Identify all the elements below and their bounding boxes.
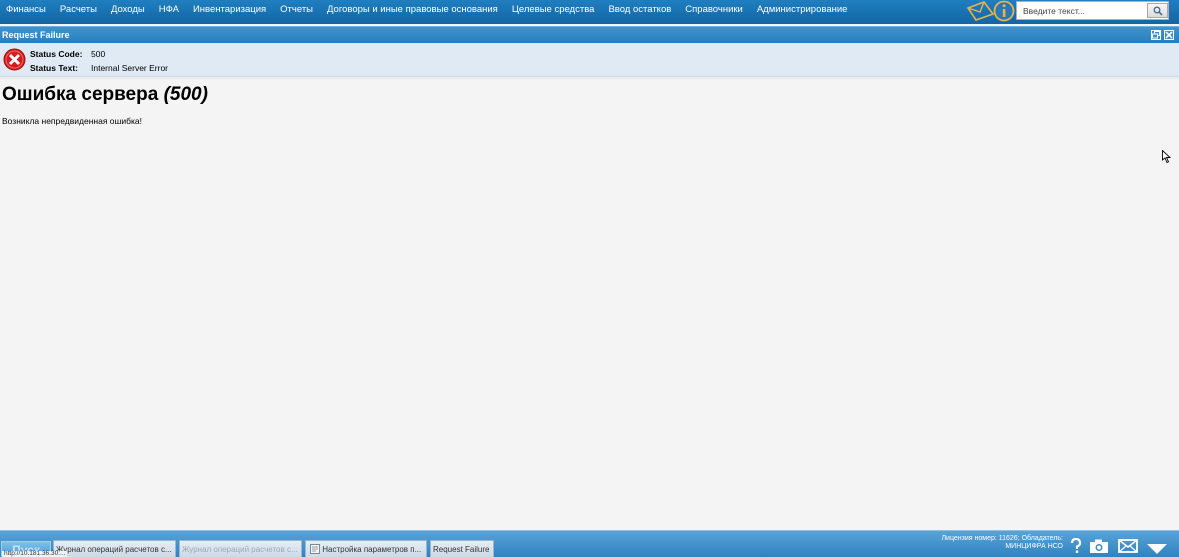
taskbar: Пуск Журнал операций расчетов с... Журна… xyxy=(0,530,1179,557)
restore-icon xyxy=(1152,31,1160,39)
main-menu-bar: Финансы Расчеты Доходы НФА Инвентаризаци… xyxy=(0,0,1179,24)
search-icon xyxy=(1153,6,1163,16)
envelope-icon[interactable] xyxy=(1118,538,1138,554)
document-icon xyxy=(310,544,320,554)
main-menu: Финансы Расчеты Доходы НФА Инвентаризаци… xyxy=(0,0,854,24)
menu-item-income[interactable]: Доходы xyxy=(104,0,152,24)
menu-item-settlements[interactable]: Расчеты xyxy=(53,0,104,24)
license-line-2: МИНЦИФРА НСО xyxy=(1005,543,1063,550)
task-button-settings[interactable]: Настройка параметров п... xyxy=(305,540,427,557)
error-icon xyxy=(3,48,26,71)
status-text-value: Internal Server Error xyxy=(91,63,168,73)
window-title: Request Failure xyxy=(2,30,70,40)
menu-item-inventory[interactable]: Инвентаризация xyxy=(186,0,273,24)
search-input[interactable] xyxy=(1017,2,1145,19)
menu-item-contracts[interactable]: Договоры и иные правовые основания xyxy=(320,0,505,24)
status-code-row: Status Code: 500 xyxy=(30,49,105,59)
menu-item-target-funds[interactable]: Целевые средства xyxy=(505,0,602,24)
help-icon[interactable] xyxy=(1070,538,1082,554)
menu-item-nfa[interactable]: НФА xyxy=(152,0,186,24)
license-line-1: Лицензия номер: 11626; Обладатель: xyxy=(941,535,1063,542)
arrow-down-icon[interactable] xyxy=(1146,541,1168,557)
status-code-value: 500 xyxy=(91,49,106,59)
task-button-settings-label: Настройка параметров п... xyxy=(322,545,422,554)
task-button-journal-2[interactable]: Журнал операций расчетов с... xyxy=(179,540,302,557)
camera-icon[interactable] xyxy=(1089,538,1109,554)
error-code: (500) xyxy=(163,84,208,105)
menu-item-directories[interactable]: Справочники xyxy=(678,0,750,24)
close-button[interactable] xyxy=(1164,30,1174,40)
error-content: Ошибка сервера (500) Возникла непредвиде… xyxy=(0,78,1179,528)
license-info: Лицензия номер: 11626; Обладатель: МИНЦИ… xyxy=(941,535,1063,551)
status-area: Status Code: 500 Status Text: Internal S… xyxy=(0,43,1179,77)
status-url: http://10.181.36.30:... xyxy=(2,550,68,557)
status-text-row: Status Text: Internal Server Error xyxy=(30,63,168,73)
error-title: Ошибка сервера (500) xyxy=(2,84,208,106)
menu-item-opening-balances[interactable]: Ввод остатков xyxy=(601,0,678,24)
task-button-request-failure[interactable]: Request Failure xyxy=(430,540,494,557)
menu-item-finance[interactable]: Финансы xyxy=(0,0,53,24)
search-box xyxy=(1016,1,1169,20)
close-icon xyxy=(1165,31,1173,39)
error-title-text: Ошибка сервера xyxy=(2,84,159,105)
menu-item-administration[interactable]: Администрирование xyxy=(750,0,855,24)
mouse-cursor-icon xyxy=(1162,150,1171,163)
restore-button[interactable] xyxy=(1151,30,1161,40)
status-code-label: Status Code: xyxy=(30,49,83,59)
menu-item-reports[interactable]: Отчеты xyxy=(273,0,320,24)
search-button[interactable] xyxy=(1147,3,1168,18)
window-header: Request Failure xyxy=(0,26,1179,43)
status-text-label: Status Text: xyxy=(30,63,79,73)
task-button-journal-1[interactable]: Журнал операций расчетов с... xyxy=(53,540,176,557)
info-icon[interactable] xyxy=(993,0,1015,22)
error-message: Возникла непредвиденная ошибка! xyxy=(2,116,142,126)
mail-icon[interactable] xyxy=(966,0,996,22)
top-icons xyxy=(966,0,1016,22)
